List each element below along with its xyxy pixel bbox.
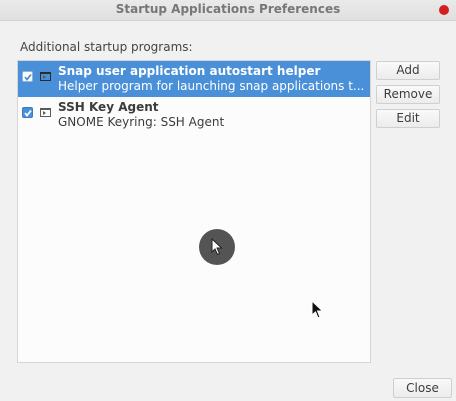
mouse-pointer-icon [211,238,223,256]
enabled-checkbox[interactable] [22,107,33,118]
application-icon [40,108,51,117]
section-label: Additional startup programs: [20,40,193,54]
cursor-highlight [199,229,235,265]
checkmark-icon [24,73,32,81]
window-title: Startup Applications Preferences [115,2,341,16]
startup-applications-window: Startup Applications Preferences Additio… [0,0,456,401]
program-description: GNOME Keyring: SSH Agent [58,115,225,129]
title-bar[interactable]: Startup Applications Preferences [0,0,456,21]
list-item[interactable]: SSH Key Agent GNOME Keyring: SSH Agent [18,97,370,133]
enabled-checkbox[interactable] [22,71,33,82]
window-close-button[interactable] [439,5,449,15]
mouse-pointer-icon [311,300,324,319]
application-icon [40,72,51,81]
list-item[interactable]: Snap user application autostart helper H… [18,61,370,97]
close-button[interactable]: Close [393,378,452,398]
program-name: SSH Key Agent [58,100,159,114]
program-description: Helper program for launching snap applic… [58,79,365,93]
remove-button[interactable]: Remove [376,85,440,104]
edit-button[interactable]: Edit [376,109,440,128]
program-name: Snap user application autostart helper [58,64,321,78]
add-button[interactable]: Add [376,61,440,80]
checkmark-icon [24,109,32,117]
